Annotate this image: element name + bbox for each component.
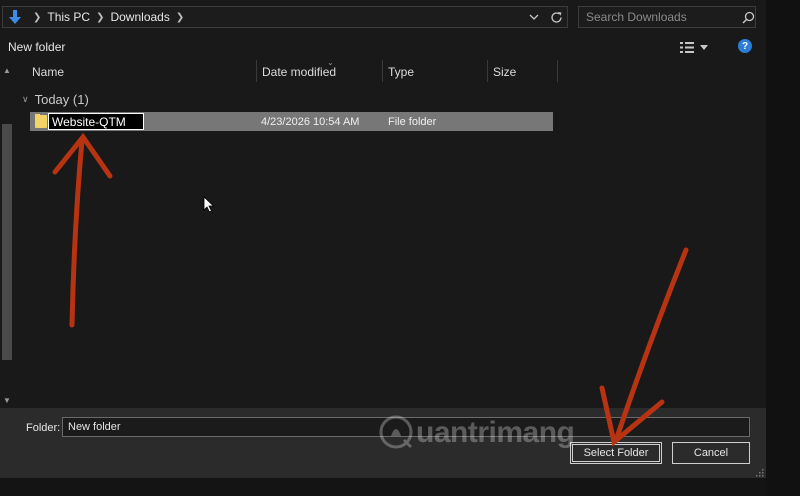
search-input[interactable] — [586, 10, 741, 24]
file-type: File folder — [388, 115, 437, 128]
details-view-icon — [680, 41, 694, 53]
scrollbar-thumb[interactable] — [2, 124, 12, 360]
breadcrumb-downloads[interactable]: Downloads — [110, 10, 169, 24]
breadcrumb-this-pc[interactable]: This PC — [47, 10, 90, 24]
help-button[interactable]: ? — [738, 39, 752, 53]
background-strip-bottom — [0, 478, 766, 496]
folder-picker-dialog: ❯ This PC ❯ Downloads ❯ Search Downloads… — [0, 0, 766, 478]
search-icon[interactable] — [741, 7, 755, 27]
caret-down-icon — [700, 44, 708, 50]
column-size[interactable]: Size — [487, 60, 557, 84]
resize-grip-icon[interactable] — [755, 468, 764, 477]
background-strip — [766, 0, 800, 496]
file-list-area[interactable]: ▲ ▼ Name ⌄ Date modified Type Size ∨ Tod… — [0, 58, 766, 408]
view-options-button[interactable] — [680, 38, 716, 56]
address-dropdown-button[interactable] — [523, 7, 545, 27]
toolbar: New folder ? — [0, 34, 766, 60]
chevron-right-icon: ❯ — [33, 11, 42, 23]
folder-icon — [35, 114, 47, 128]
rename-input[interactable]: Website-QTM — [48, 113, 144, 130]
download-arrow-icon — [3, 7, 27, 27]
new-folder-button[interactable]: New folder — [8, 40, 65, 54]
group-label: Today (1) — [34, 92, 89, 107]
address-bar[interactable]: ❯ This PC ❯ Downloads ❯ — [2, 6, 568, 28]
select-folder-button[interactable]: Select Folder — [570, 442, 662, 464]
chevron-down-icon — [529, 14, 539, 20]
file-date-modified: 4/23/2026 10:54 AM — [261, 115, 360, 128]
cancel-button[interactable]: Cancel — [672, 442, 750, 464]
group-header-today[interactable]: ∨ Today (1) — [22, 92, 89, 107]
chevron-right-icon: ❯ — [96, 11, 105, 23]
column-header: Name ⌄ Date modified Type Size — [14, 58, 766, 84]
watermark-logo-icon — [379, 415, 413, 449]
mouse-cursor-icon — [203, 196, 215, 213]
search-box[interactable] — [578, 6, 756, 28]
vertical-scrollbar[interactable]: ▲ ▼ — [0, 60, 14, 408]
column-type[interactable]: Type — [382, 60, 487, 84]
chevron-down-icon: ∨ — [22, 94, 29, 104]
column-date-modified[interactable]: Date modified — [256, 60, 382, 84]
watermark: uantrimang — [378, 414, 578, 450]
refresh-button[interactable] — [545, 7, 567, 27]
chevron-right-icon[interactable]: ❯ — [176, 12, 184, 23]
column-name[interactable]: Name — [26, 60, 254, 84]
watermark-text: uantrimang — [416, 416, 575, 449]
address-row: ❯ This PC ❯ Downloads ❯ — [0, 0, 766, 34]
refresh-icon — [550, 11, 562, 23]
folder-label: Folder: — [26, 422, 61, 434]
table-row[interactable]: Website-QTM 4/23/2026 10:54 AM File fold… — [30, 112, 553, 131]
breadcrumb: ❯ This PC ❯ Downloads ❯ — [27, 10, 190, 24]
scroll-up-icon[interactable]: ▲ — [0, 64, 14, 76]
scroll-down-icon[interactable]: ▼ — [0, 394, 14, 406]
